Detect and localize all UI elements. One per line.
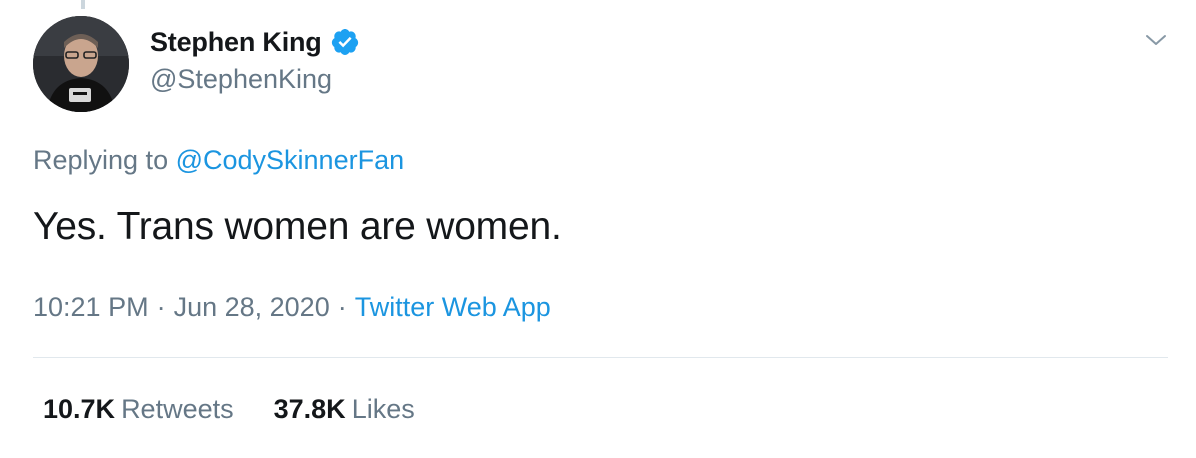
retweets-count: 10.7K [43, 394, 116, 424]
author-handle[interactable]: @StephenKing [150, 64, 360, 95]
likes-stat[interactable]: 37.8K Likes [274, 394, 415, 425]
chevron-down-icon[interactable] [1144, 28, 1168, 52]
replying-to: Replying to @CodySkinnerFan [33, 145, 404, 176]
tweet-stats: 10.7K Retweets 37.8K Likes [43, 394, 455, 425]
likes-count: 37.8K [273, 394, 346, 424]
meta-separator: · [156, 292, 166, 322]
display-name-row: Stephen King [150, 24, 360, 60]
tweet-source-link[interactable]: Twitter Web App [355, 292, 551, 322]
verified-badge-icon [330, 27, 360, 57]
likes-label: Likes [351, 394, 415, 424]
display-name[interactable]: Stephen King [150, 27, 322, 58]
retweets-label: Retweets [121, 394, 234, 424]
thread-connector-line [81, 0, 85, 9]
meta-separator: · [337, 292, 347, 322]
tweet-time[interactable]: 10:21 PM [33, 292, 149, 322]
retweets-stat[interactable]: 10.7K Retweets [43, 394, 234, 425]
avatar[interactable] [33, 16, 129, 112]
tweet-header: Stephen King @StephenKing [33, 16, 1168, 116]
reply-prefix: Replying to [33, 145, 176, 175]
avatar-image [33, 16, 129, 112]
tweet-text: Yes. Trans women are women. [33, 205, 562, 248]
author-names: Stephen King @StephenKing [150, 24, 360, 95]
tweet-date[interactable]: Jun 28, 2020 [174, 292, 330, 322]
divider [33, 357, 1168, 358]
reply-handle-link[interactable]: @CodySkinnerFan [176, 145, 405, 175]
tweet-meta: 10:21 PM · Jun 28, 2020 · Twitter Web App [33, 292, 551, 323]
